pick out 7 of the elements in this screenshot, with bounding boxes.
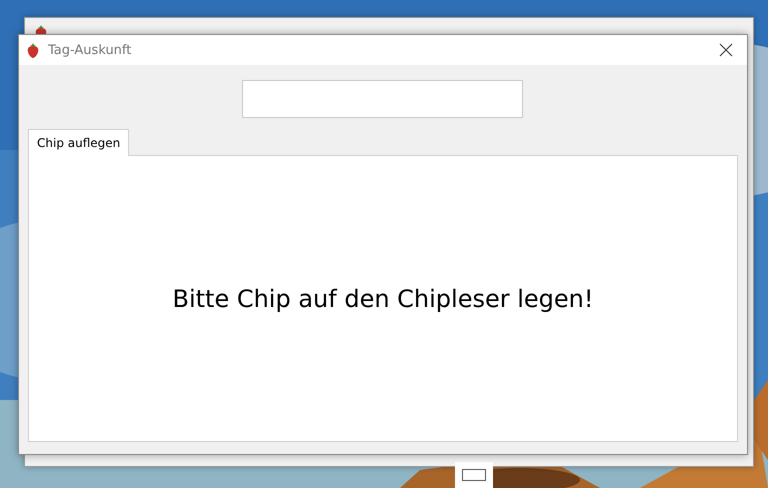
strawberry-icon (25, 42, 41, 58)
instruction-text: Bitte Chip auf den Chipleser legen! (172, 284, 594, 312)
tab[interactable]: Chip auflegen (28, 129, 130, 156)
input-field[interactable] (242, 80, 522, 118)
close-icon[interactable] (719, 43, 733, 57)
square-icon (455, 462, 493, 488)
window-title: Tag-Auskunft (48, 42, 132, 58)
